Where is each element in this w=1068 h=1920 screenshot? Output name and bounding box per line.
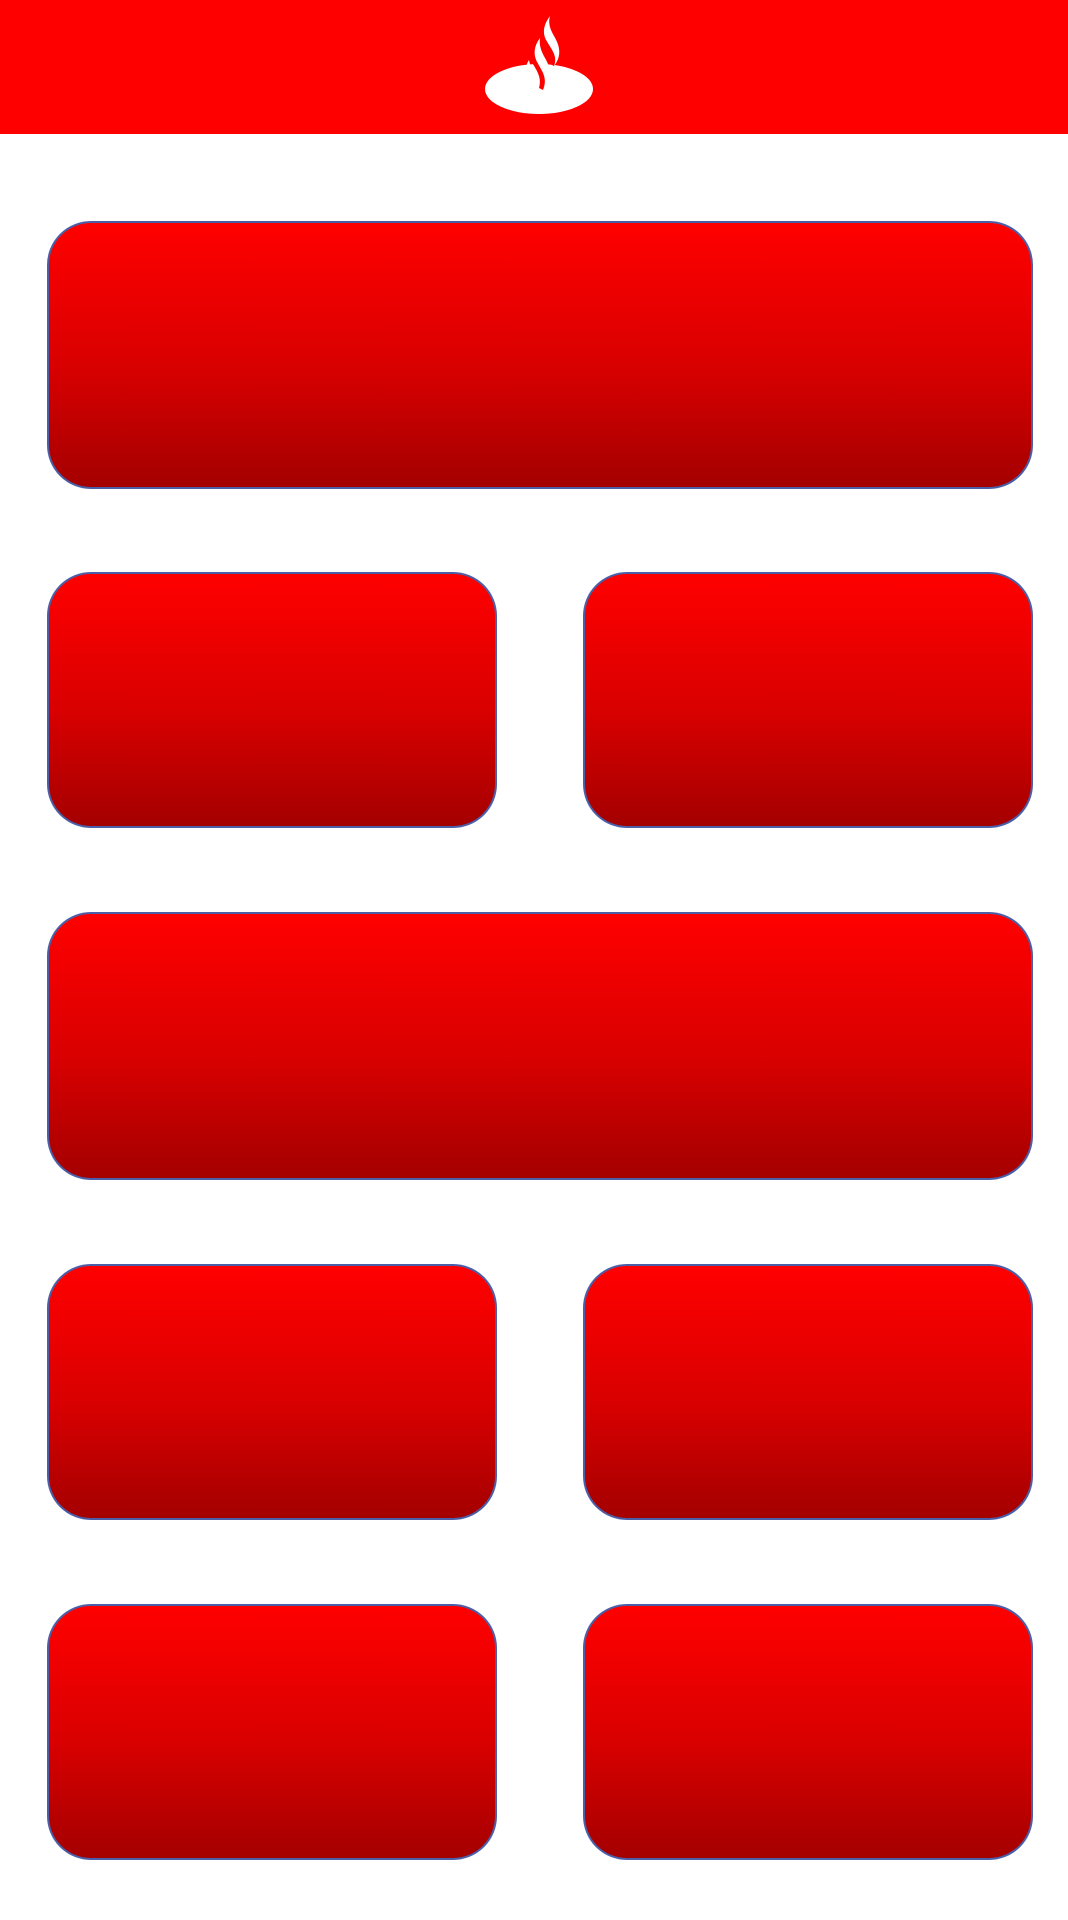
tile-4[interactable] bbox=[47, 912, 1033, 1180]
tile-1[interactable] bbox=[47, 221, 1033, 489]
flame-logo-icon bbox=[485, 16, 593, 114]
tile-6[interactable] bbox=[583, 1264, 1033, 1520]
tile-5[interactable] bbox=[47, 1264, 497, 1520]
tile-7[interactable] bbox=[47, 1604, 497, 1860]
tile-2[interactable] bbox=[47, 572, 497, 828]
tile-8[interactable] bbox=[583, 1604, 1033, 1860]
app-header bbox=[0, 0, 1068, 134]
tile-3[interactable] bbox=[583, 572, 1033, 828]
